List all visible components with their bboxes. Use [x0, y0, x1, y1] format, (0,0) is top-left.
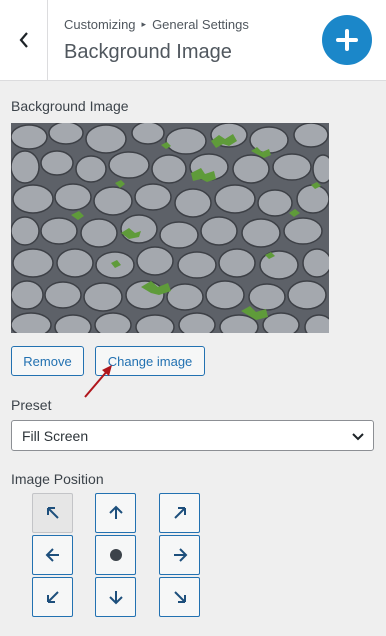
arrow-up-icon [108, 505, 123, 519]
arrow-down-right-icon [173, 591, 186, 603]
chevron-down-icon [352, 433, 364, 441]
position-center-button[interactable] [95, 535, 136, 575]
preset-select[interactable]: Fill Screen [11, 420, 374, 451]
customizer-header: Customizing ▸ General Settings Backgroun… [0, 0, 386, 81]
position-bottom-right-button[interactable] [159, 577, 200, 617]
breadcrumb-root: Customizing [64, 17, 136, 32]
arrow-down-icon [108, 591, 123, 605]
section-title: Background Image [64, 41, 232, 63]
breadcrumb-separator: ▸ [141, 19, 147, 29]
position-left-button[interactable] [32, 535, 73, 575]
position-right-button[interactable] [159, 535, 200, 575]
arrow-right-icon [173, 548, 187, 562]
plus-icon [336, 29, 358, 51]
image-position-label: Image Position [11, 471, 104, 487]
position-top-left-button[interactable] [32, 493, 73, 533]
add-button[interactable] [322, 15, 372, 65]
pebbles-image [11, 123, 329, 333]
arrow-down-left-icon [46, 591, 59, 603]
breadcrumb-current: General Settings [152, 17, 249, 32]
back-button[interactable] [0, 0, 48, 80]
preset-label: Preset [11, 397, 52, 413]
position-bottom-button[interactable] [95, 577, 136, 617]
position-bottom-left-button[interactable] [32, 577, 73, 617]
arrow-left-icon [45, 548, 59, 562]
position-top-right-button[interactable] [159, 493, 200, 533]
arrow-up-left-icon [46, 507, 59, 519]
dot-icon [109, 549, 122, 561]
background-image-label: Background Image [11, 98, 129, 114]
background-image-thumbnail [11, 123, 329, 333]
position-top-button[interactable] [95, 493, 136, 533]
annotation-arrow-icon [84, 365, 112, 398]
breadcrumb: Customizing ▸ General Settings [64, 17, 249, 32]
preset-selected-value: Fill Screen [22, 427, 89, 444]
control-panel: Background Image Remove Change image Pre… [0, 81, 386, 636]
chevron-left-icon [19, 32, 28, 48]
arrow-up-right-icon [173, 507, 186, 519]
remove-image-button[interactable]: Remove [11, 346, 84, 376]
